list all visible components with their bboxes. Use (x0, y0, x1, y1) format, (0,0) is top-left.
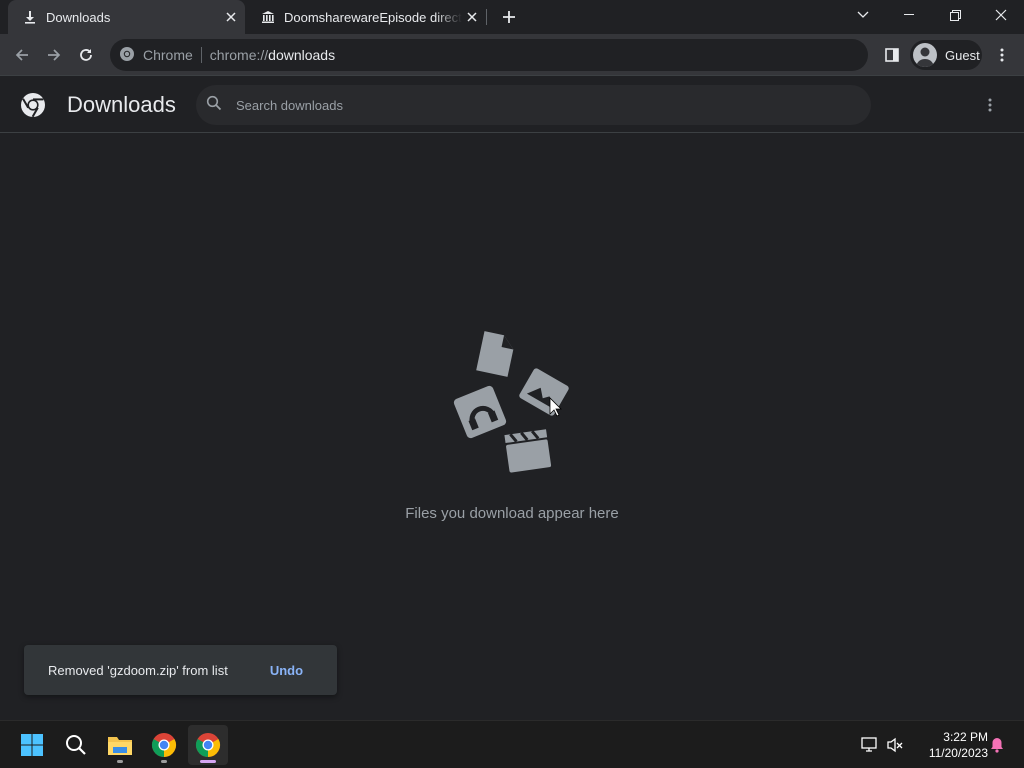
plus-icon (503, 11, 515, 23)
audio-icon (453, 385, 507, 439)
back-button[interactable] (8, 41, 36, 69)
toast: Removed 'gzdoom.zip' from list Undo (24, 645, 337, 695)
browser-toolbar: Chrome chrome:// downloads Guest (0, 34, 1024, 76)
clock-date: 11/20/2023 (928, 746, 988, 760)
close-tab-icon[interactable] (462, 7, 482, 27)
folder-icon (108, 737, 132, 755)
reload-icon (80, 49, 92, 61)
downloads-menu-button[interactable] (976, 91, 1004, 119)
chrome-icon (151, 733, 177, 757)
avatar (913, 43, 937, 67)
search-taskbar-button[interactable] (56, 725, 96, 765)
notification-bell-icon[interactable] (987, 735, 1007, 755)
arrow-right-icon (48, 49, 61, 61)
chevron-down-icon (857, 11, 869, 18)
undo-button[interactable]: Undo (270, 663, 303, 678)
chrome-logo-icon (21, 93, 45, 118)
url-scheme: chrome:// (209, 47, 269, 63)
clock-time: 3:22 PM (943, 730, 988, 744)
side-panel-icon (885, 48, 899, 62)
forward-button[interactable] (40, 41, 68, 69)
side-panel-button[interactable] (878, 41, 906, 69)
tab-downloads[interactable]: Downloads (8, 0, 245, 34)
search-box[interactable] (196, 85, 871, 125)
search-icon (66, 735, 86, 755)
restore-icon (949, 9, 961, 21)
close-window-button[interactable] (978, 0, 1024, 30)
toast-message: Removed 'gzdoom.zip' from list (48, 662, 228, 678)
running-indicator (117, 760, 123, 763)
more-vert-icon (988, 98, 992, 112)
search-icon[interactable] (206, 95, 222, 116)
document-icon (476, 331, 514, 377)
chrome-icon (119, 46, 135, 65)
image-icon (519, 368, 569, 416)
active-indicator (200, 760, 216, 763)
arrow-left-icon (15, 49, 28, 61)
tab-doomshareware[interactable]: DoomsharewareEpisode directory (250, 0, 486, 34)
chrome-chip: Chrome (143, 47, 193, 63)
tab-search-button[interactable] (840, 0, 886, 30)
profile-name: Guest (945, 47, 980, 63)
tab-strip: Downloads DoomsharewareEpisode directory (0, 0, 1024, 34)
minimize-button[interactable] (886, 0, 932, 30)
page-title: Downloads (67, 92, 176, 117)
downloads-header: Downloads (0, 77, 1024, 133)
download-icon (22, 9, 38, 25)
chrome-icon (195, 733, 221, 757)
restore-button[interactable] (932, 0, 978, 30)
close-tab-icon[interactable] (221, 7, 241, 27)
taskbar: 3:22 PM 11/20/2023 (0, 720, 1024, 768)
search-input[interactable] (236, 97, 836, 113)
start-button[interactable] (12, 725, 52, 765)
empty-downloads-illustration (453, 331, 569, 473)
file-explorer-button[interactable] (100, 725, 140, 765)
new-tab-button[interactable] (498, 6, 520, 28)
tab-title: Downloads (46, 9, 111, 25)
tab-separator (486, 9, 487, 25)
running-indicator (161, 760, 167, 763)
reload-button[interactable] (72, 41, 100, 69)
chrome-active-taskbar-button[interactable] (188, 725, 228, 765)
windows-logo-icon (21, 734, 43, 756)
profile-button[interactable]: Guest (910, 40, 982, 70)
more-vert-icon (1000, 48, 1004, 62)
person-icon (916, 47, 934, 67)
address-bar[interactable]: Chrome chrome:// downloads (110, 39, 868, 71)
url-host: downloads (268, 47, 336, 63)
volume-muted-icon[interactable] (885, 735, 905, 755)
chrome-taskbar-button[interactable] (144, 725, 184, 765)
empty-message: Files you download appear here (405, 505, 619, 522)
video-clapper-icon (504, 429, 552, 473)
network-icon[interactable] (860, 735, 880, 755)
omnibox-divider (200, 47, 202, 63)
chrome-menu-button[interactable] (988, 41, 1016, 69)
tab-title: DoomsharewareEpisode directory (284, 9, 462, 25)
close-icon (995, 9, 1007, 21)
archive-building-icon (260, 9, 276, 25)
system-clock[interactable]: 3:22 PM 11/20/2023 (912, 729, 988, 761)
minimize-icon (904, 14, 914, 15)
